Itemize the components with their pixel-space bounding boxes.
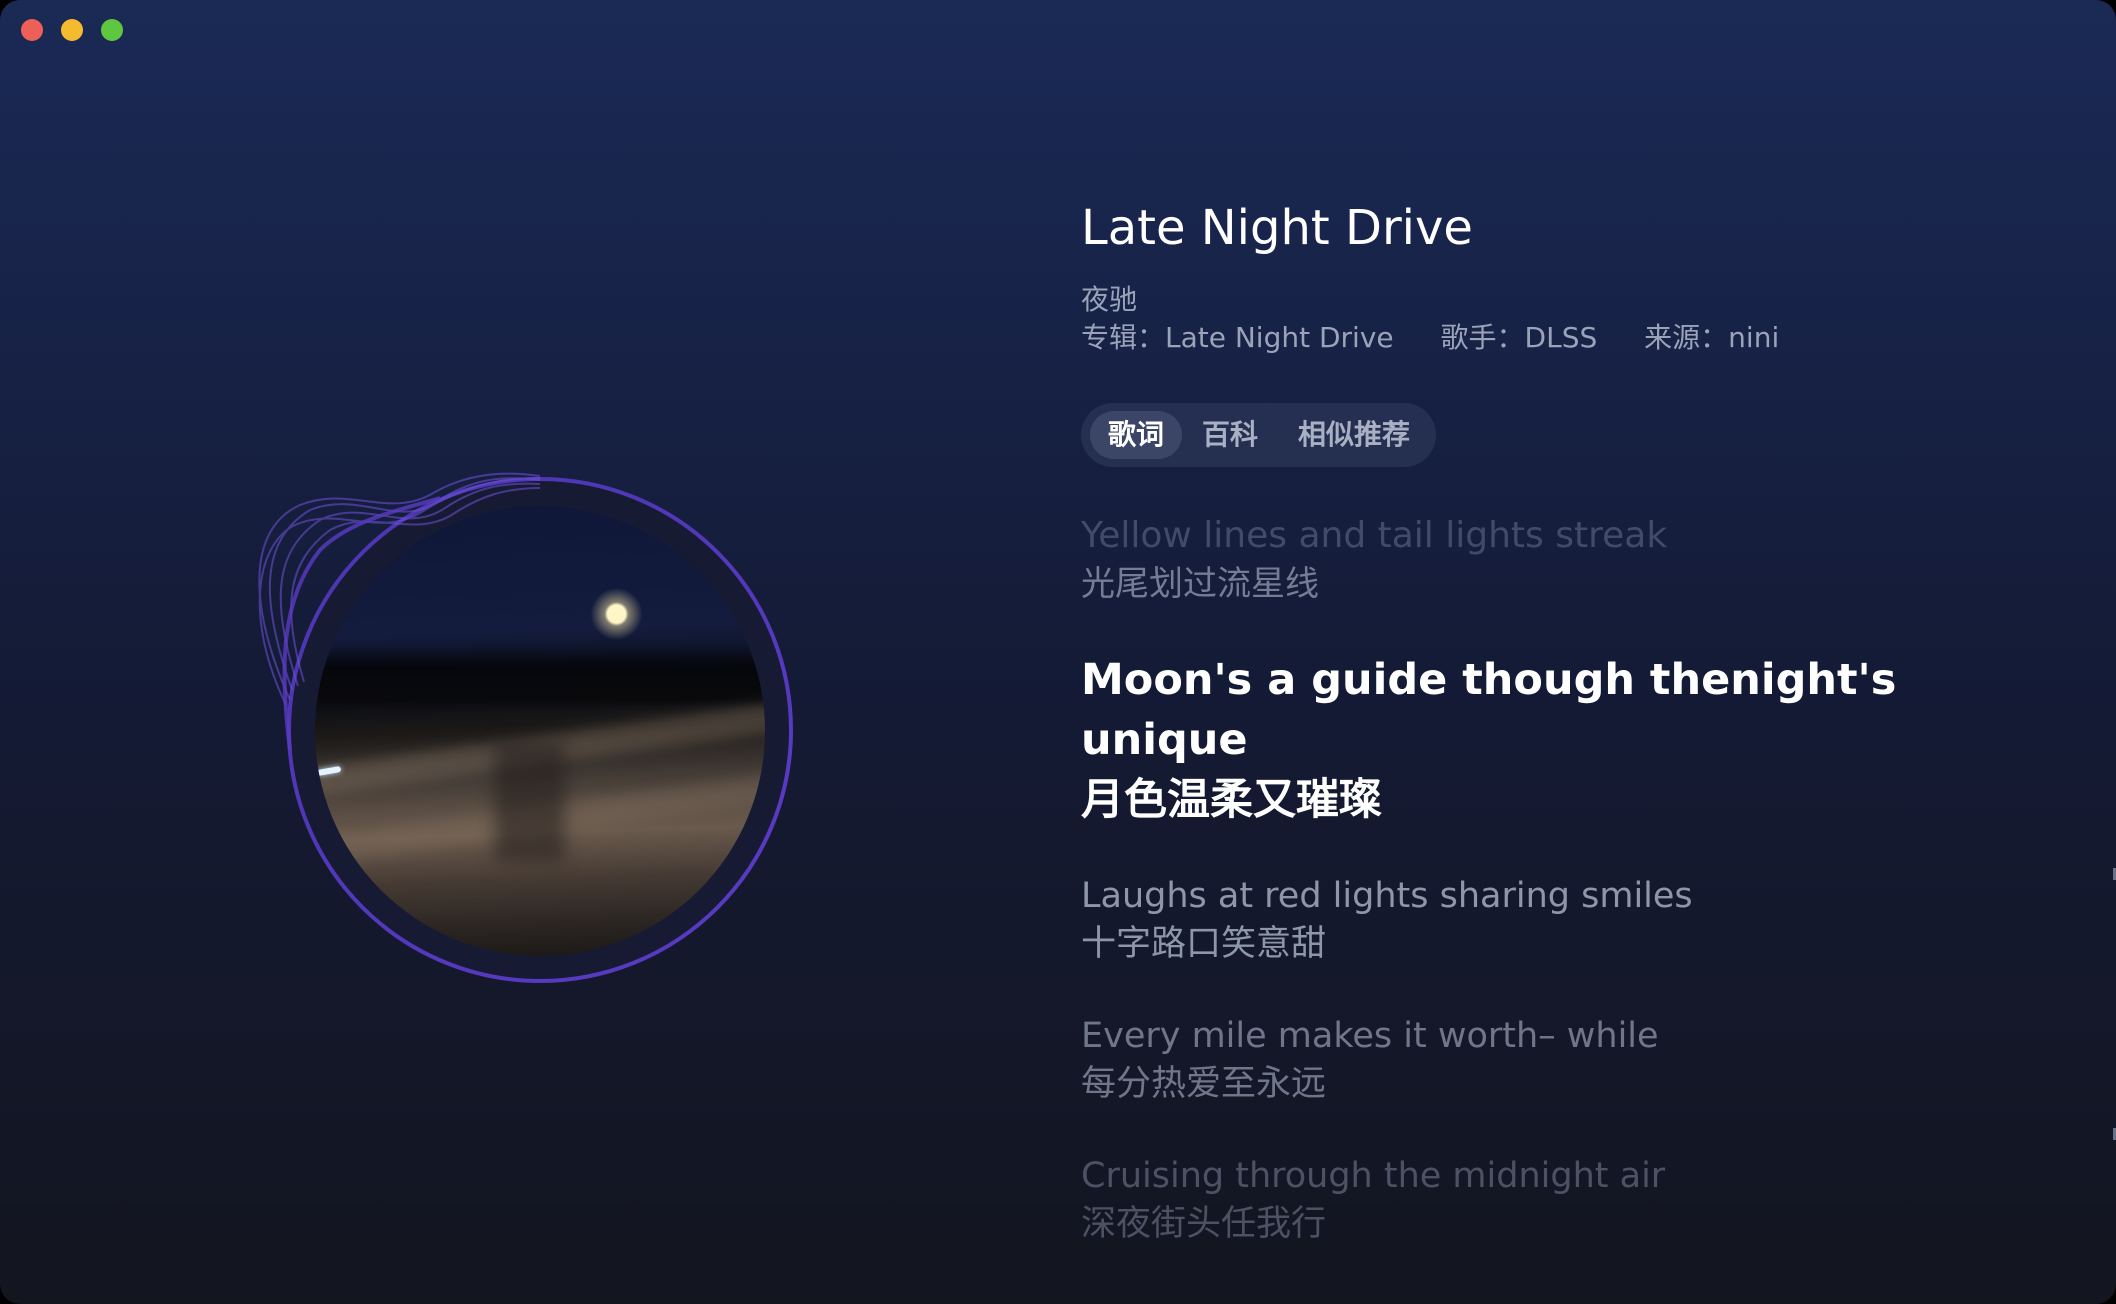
- lyric-english-continued: unique: [1081, 715, 1248, 765]
- lyric-english: Cruising through the midnight air: [1081, 1156, 1666, 1196]
- minimize-window-button[interactable]: [61, 19, 83, 41]
- lyric-line-next[interactable]: Laughs at red lights sharing smiles 十字路口…: [1081, 872, 1693, 968]
- song-meta: 专辑：Late Night Drive 歌手：DLSS 来源：nini: [1081, 316, 1817, 356]
- lyric-chinese: 十字路口笑意甜: [1081, 924, 1327, 964]
- lyric-line-current[interactable]: Moon's a guide though thenight's unique …: [1081, 650, 1896, 830]
- tab-wiki[interactable]: 百科: [1202, 411, 1258, 459]
- source-link[interactable]: 来源：nini: [1644, 316, 1779, 356]
- lyric-english: Every mile makes it worth– while: [1081, 1016, 1659, 1056]
- album-cover-image: [315, 506, 765, 956]
- artist-link[interactable]: 歌手：DLSS: [1441, 316, 1598, 356]
- lyric-line-previous[interactable]: Yellow lines and tail lights streak 光尾划过…: [1081, 512, 1667, 608]
- player-window: Late Night Drive 夜驰 专辑：Late Night Drive …: [0, 0, 2116, 1304]
- zoom-window-button[interactable]: [101, 19, 123, 41]
- lyric-chinese: 光尾划过流星线: [1081, 564, 1319, 604]
- tab-lyrics[interactable]: 歌词: [1090, 411, 1182, 459]
- lyric-english: Laughs at red lights sharing smiles: [1081, 876, 1693, 916]
- lyric-chinese: 每分热爱至永远: [1081, 1064, 1327, 1104]
- lyric-line-next[interactable]: Cruising through the midnight air 深夜街头任我…: [1081, 1152, 1665, 1248]
- lyric-english: Yellow lines and tail lights streak: [1081, 515, 1668, 556]
- song-title: Late Night Drive: [1081, 200, 1473, 256]
- song-subtitle: 夜驰: [1081, 283, 1138, 316]
- lyric-chinese: 月色温柔又璀璨: [1081, 775, 1382, 825]
- close-window-button[interactable]: [21, 19, 43, 41]
- lyric-chinese: 深夜街头任我行: [1081, 1204, 1327, 1244]
- lyric-line-next[interactable]: Every mile makes it worth– while 每分热爱至永远: [1081, 1012, 1659, 1108]
- album-link[interactable]: 专辑：Late Night Drive: [1081, 316, 1394, 356]
- tab-similar[interactable]: 相似推荐: [1298, 411, 1410, 459]
- album-art-visualizer: [250, 450, 810, 1010]
- detail-tabs: 歌词 百科 相似推荐: [1081, 403, 1436, 467]
- lyric-english: Moon's a guide though thenight's: [1081, 655, 1897, 705]
